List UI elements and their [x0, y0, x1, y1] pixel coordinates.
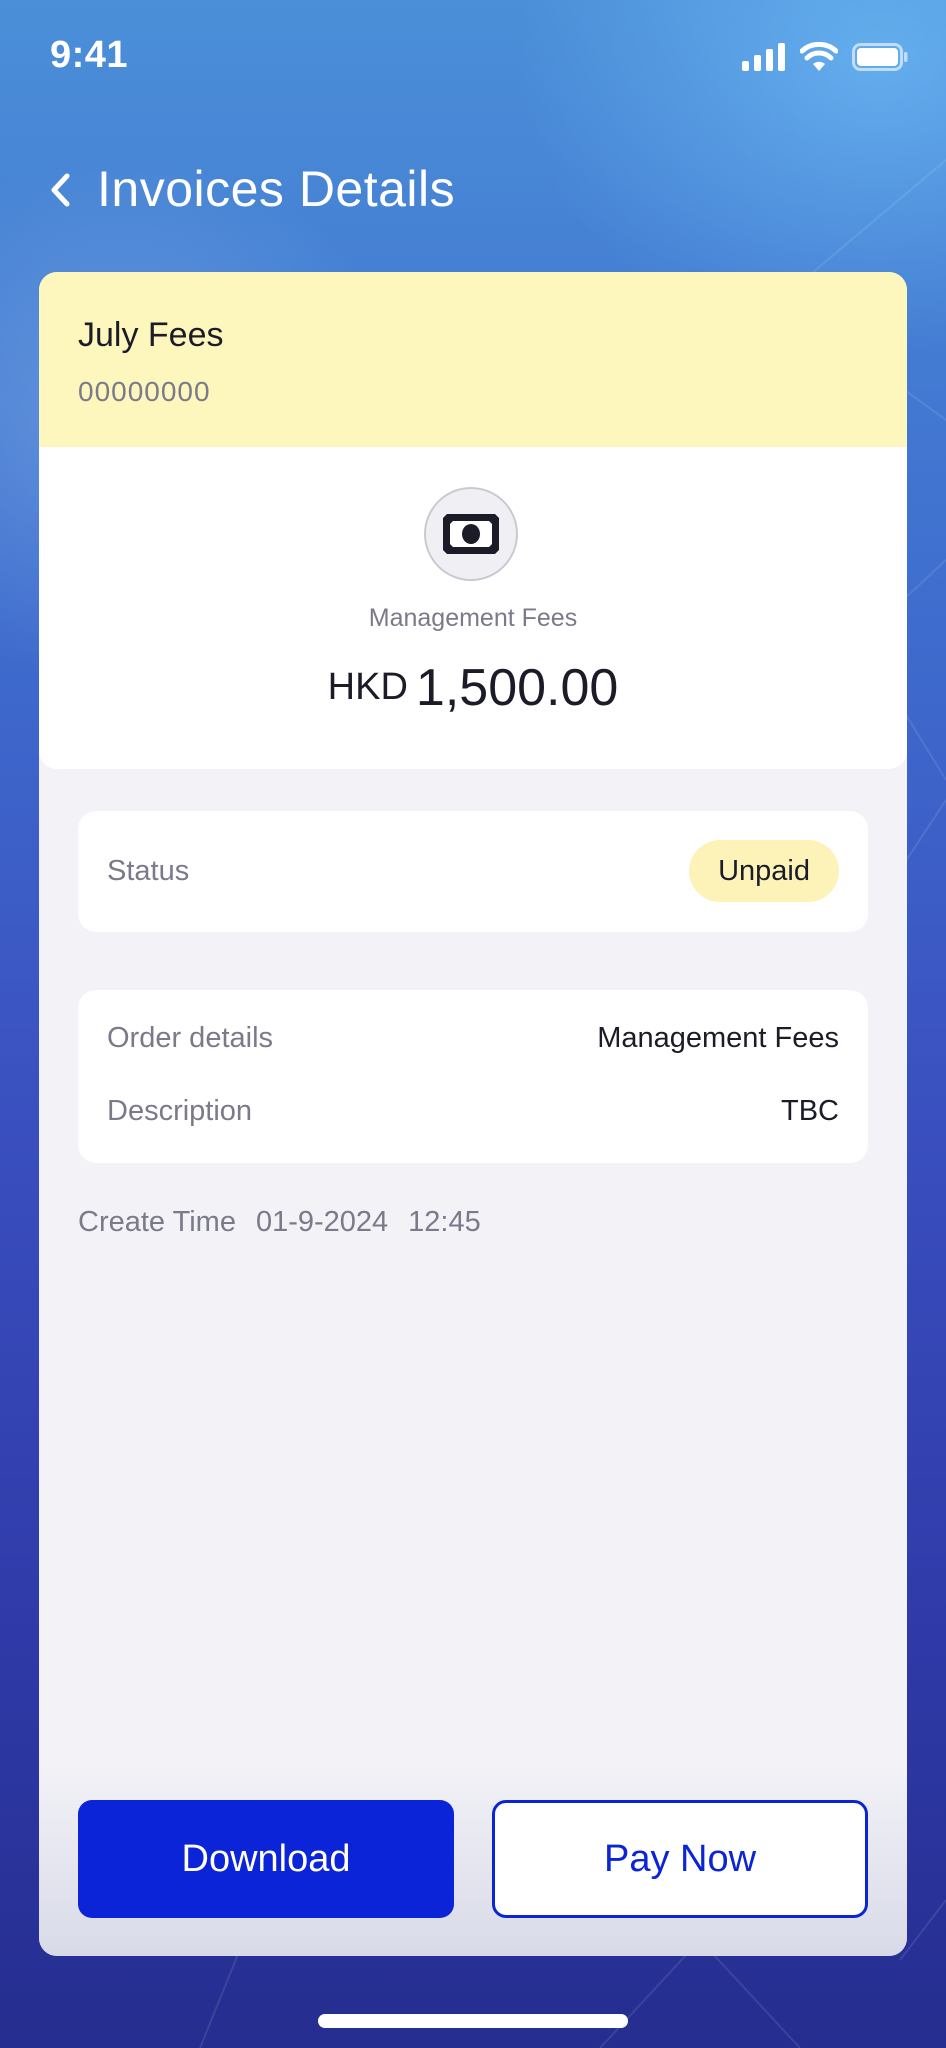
- status-bar: 9:41: [0, 0, 946, 110]
- amount-display: HKD 1,500.00: [39, 658, 907, 718]
- battery-icon: [852, 43, 908, 71]
- page-title: Invoices Details: [97, 161, 456, 217]
- wifi-icon: [800, 42, 838, 71]
- chevron-left-icon: [51, 173, 70, 207]
- status-row: Status Unpaid: [78, 811, 868, 932]
- create-time-time: 12:45: [408, 1206, 481, 1238]
- amount-value: 1,500.00: [415, 659, 619, 717]
- invoice-number: 00000000: [78, 376, 211, 407]
- invoice-card: July Fees 00000000 Management Fees HKD 1,…: [39, 272, 907, 1956]
- order-details: Order details Management Fees Descriptio…: [78, 990, 868, 1163]
- status-icons: [742, 40, 908, 74]
- signal-icon: [742, 43, 785, 71]
- pay-now-button[interactable]: Pay Now: [492, 1800, 868, 1918]
- create-time-label: Create Time: [78, 1206, 236, 1238]
- status-time: 9:41: [50, 34, 129, 76]
- currency: HKD: [327, 666, 408, 708]
- status-label: Status: [107, 855, 190, 887]
- home-indicator[interactable]: [318, 2014, 628, 2028]
- fee-category: Management Fees: [368, 604, 578, 632]
- invoice-name: July Fees: [78, 316, 224, 354]
- create-time: Create Time 01-9-2024 12:45: [78, 1206, 501, 1239]
- description-value: TBC: [781, 1095, 839, 1127]
- fee-icon-badge: [424, 487, 518, 581]
- header: Invoices Details: [0, 150, 946, 230]
- order-details-label: Order details: [107, 1022, 274, 1054]
- order-details-value: Management Fees: [597, 1022, 839, 1054]
- create-time-date: 01-9-2024: [255, 1206, 389, 1238]
- invoice-header: July Fees 00000000: [39, 272, 907, 447]
- cash-icon: [443, 514, 499, 554]
- download-button[interactable]: Download: [78, 1800, 454, 1918]
- description-label: Description: [107, 1095, 253, 1127]
- status-badge: Unpaid: [689, 840, 839, 902]
- back-button[interactable]: [42, 164, 78, 216]
